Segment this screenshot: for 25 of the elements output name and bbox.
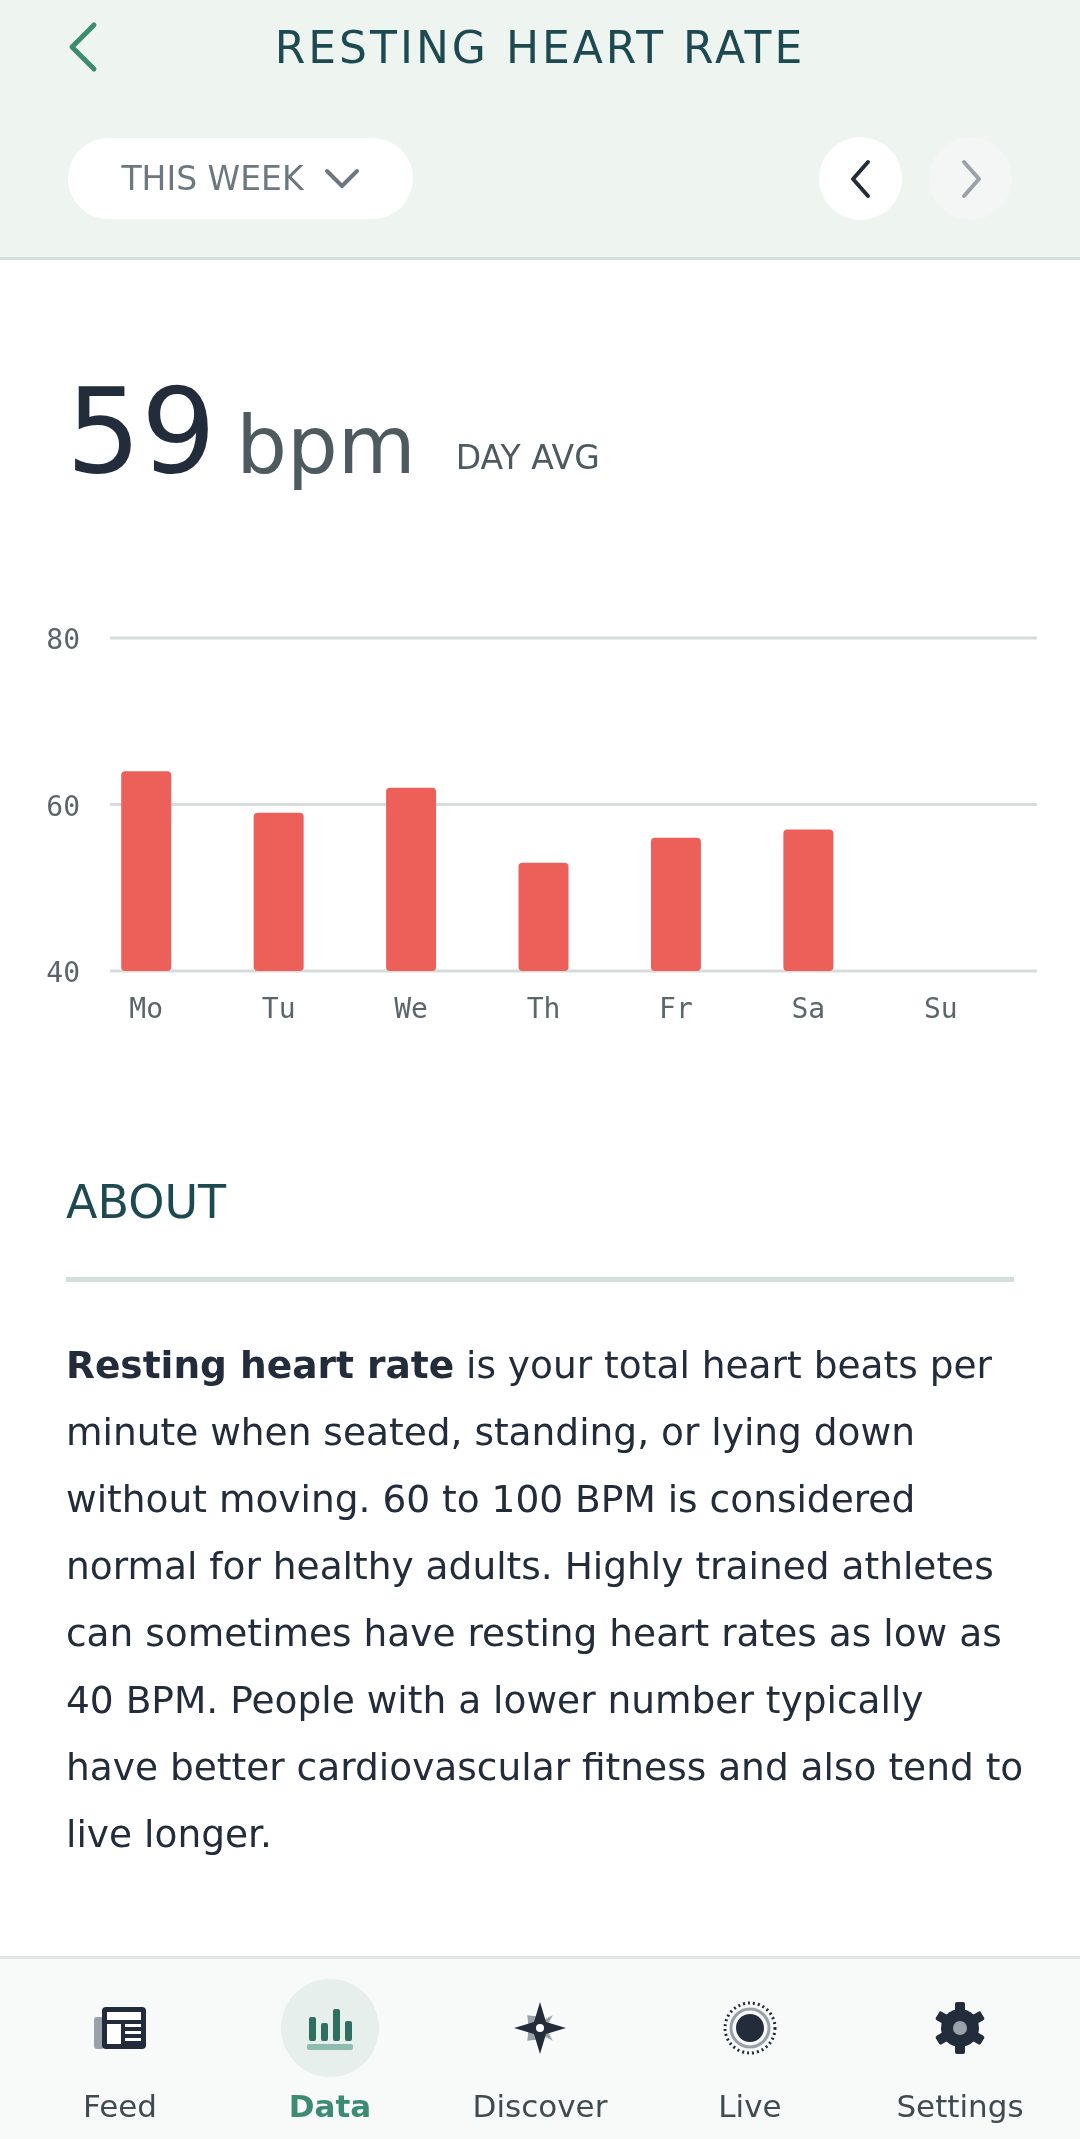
axis-label: We <box>394 992 428 1025</box>
section-title: ABOUT <box>66 1174 228 1231</box>
nav-tab[interactable]: Data <box>235 1979 425 2130</box>
chevron-left-icon <box>848 158 873 199</box>
average-value: 59 <box>66 372 217 490</box>
nav-tab[interactable]: Discover <box>445 1979 635 2130</box>
axis-label: 40 <box>46 956 80 989</box>
average-label: DAY AVG <box>455 436 600 479</box>
nav-tab[interactable]: Settings <box>865 1979 1055 2130</box>
screen-title: RESTING HEART RATE <box>274 20 806 75</box>
axis-label: Th <box>526 992 561 1025</box>
newspaper-icon <box>92 2005 148 2051</box>
chevron-down-icon <box>323 167 360 190</box>
period-dropdown[interactable]: THIS WEEK <box>68 138 413 219</box>
axis-label: 80 <box>46 623 80 656</box>
axis-label: Fr <box>659 992 693 1025</box>
axis-label: Sa <box>791 992 826 1025</box>
about-paragraph: Resting heart rate is your total heart beats per minute when seated, standing, or lying down without moving. 60 to 100 BPM is considered normal for healthy adults. Highly trained athletes can sometimes have resting heart rates as low as 40 BPM. People with a lower number typically have better cardiovascular fitness and also tend to live longer. <box>66 1342 1025 1858</box>
axis-label: 60 <box>46 789 80 823</box>
axis-label: Mo <box>129 992 164 1025</box>
live-record-icon <box>722 2000 778 2056</box>
axis-label: Tu <box>261 992 296 1025</box>
axis-label: Su <box>923 992 958 1025</box>
nav-tab[interactable]: Feed <box>25 1979 215 2130</box>
nav-tab[interactable]: Live <box>655 1979 845 2130</box>
